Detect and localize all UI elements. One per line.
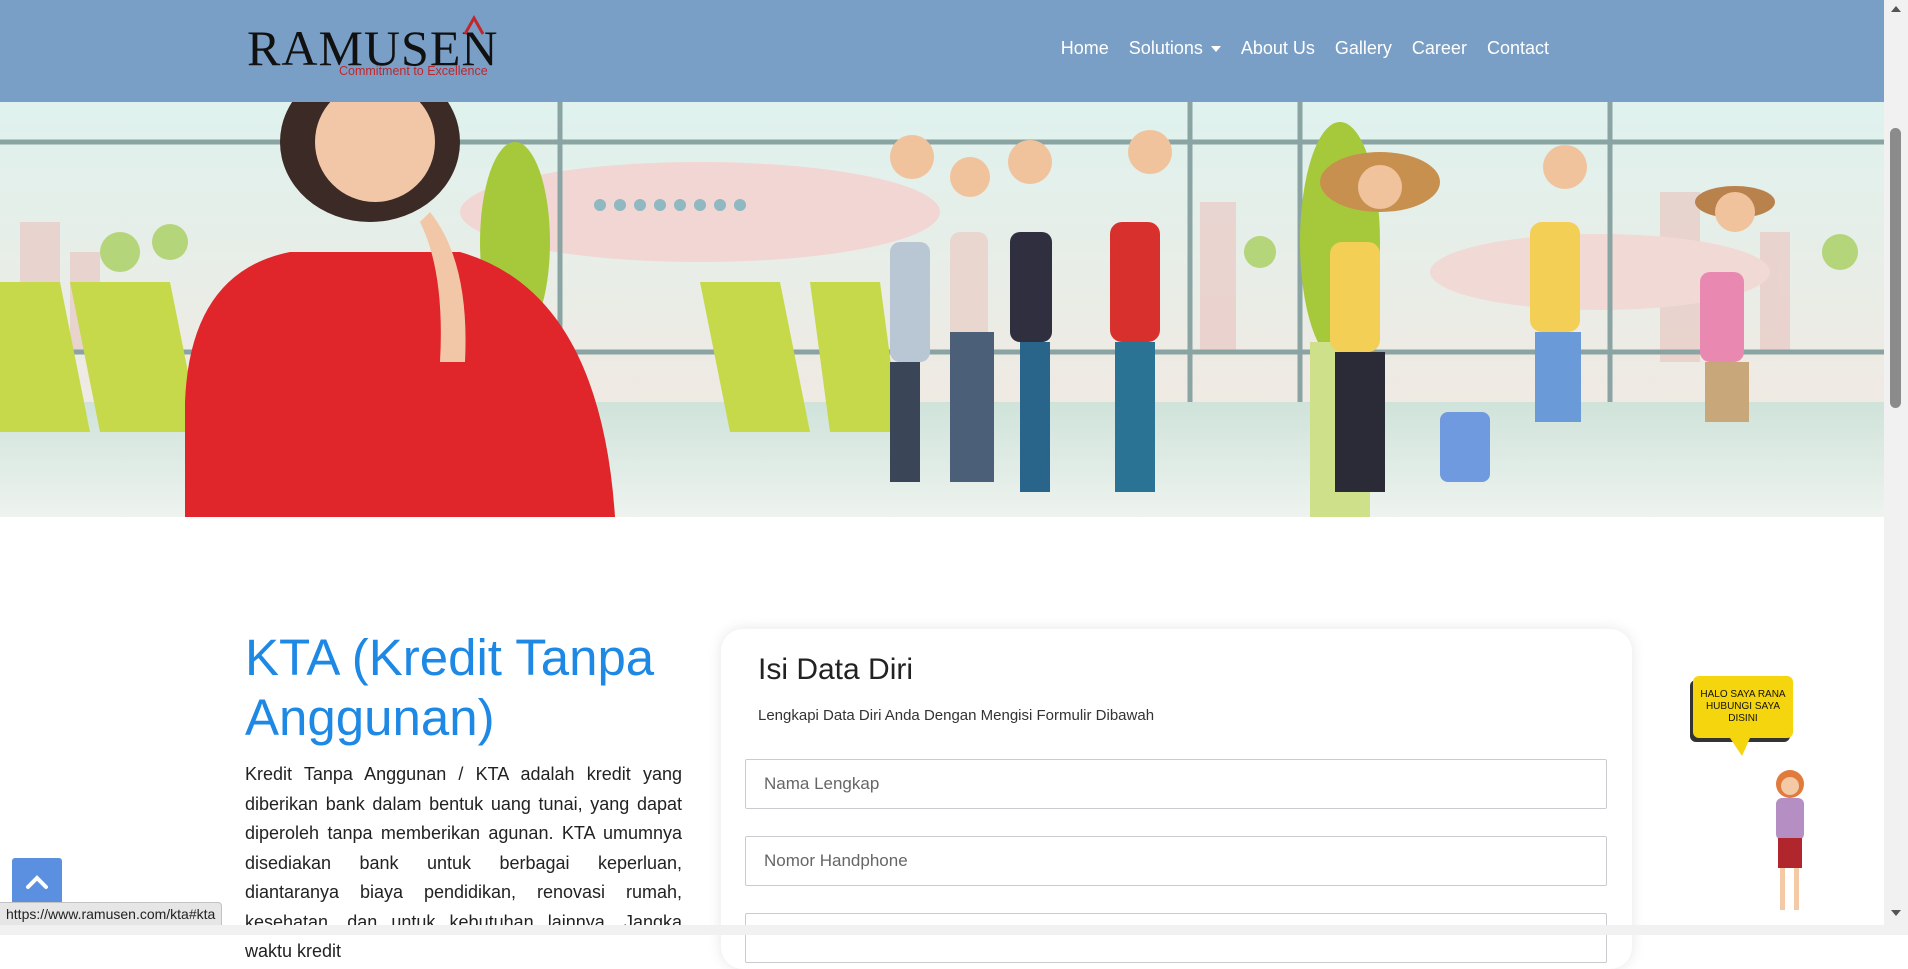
page-title: KTA (Kredit Tanpa Anggunan) bbox=[245, 629, 655, 746]
nav-about-us[interactable]: About Us bbox=[1231, 34, 1325, 62]
hero-banner bbox=[0, 102, 1884, 517]
nav-home[interactable]: Home bbox=[1051, 34, 1119, 62]
nav-career[interactable]: Career bbox=[1402, 34, 1477, 62]
logo-caret-icon bbox=[463, 14, 485, 35]
kta-description: Kredit Tanpa Anggunan / KTA adalah kredi… bbox=[245, 764, 682, 961]
chat-assistant-widget[interactable]: HALO SAYA RANA HUBUNGI SAYA DISINI bbox=[1690, 672, 1830, 917]
assistant-character-icon bbox=[1730, 738, 1804, 910]
scroll-down-arrow-icon[interactable] bbox=[1891, 910, 1901, 916]
main-nav: Home Solutions About Us Gallery Career C… bbox=[1051, 34, 1559, 62]
full-name-input[interactable] bbox=[745, 759, 1607, 809]
vertical-scrollbar[interactable] bbox=[1884, 0, 1908, 935]
personal-data-form: Isi Data Diri Lengkapi Data Diri Anda De… bbox=[721, 629, 1632, 969]
form-subtitle: Lengkapi Data Diri Anda Dengan Mengisi F… bbox=[758, 707, 1155, 724]
horizontal-scrollbar[interactable] bbox=[0, 925, 1884, 935]
scrollbar-thumb[interactable] bbox=[1890, 128, 1901, 408]
phone-number-input[interactable] bbox=[745, 836, 1607, 886]
hero-illustration bbox=[0, 102, 1884, 517]
nav-gallery[interactable]: Gallery bbox=[1325, 34, 1402, 62]
navbar: RAMUSEN Commitment to Excellence Home So… bbox=[0, 0, 1884, 102]
brand-tagline: Commitment to Excellence bbox=[339, 64, 488, 78]
chevron-up-icon bbox=[26, 875, 48, 889]
form-title: Isi Data Diri bbox=[758, 653, 914, 686]
third-form-input[interactable] bbox=[745, 913, 1607, 963]
nav-solutions[interactable]: Solutions bbox=[1119, 34, 1231, 62]
nav-solutions-label: Solutions bbox=[1128, 38, 1203, 58]
brand-logo[interactable]: RAMUSEN Commitment to Excellence bbox=[247, 14, 497, 80]
caret-down-icon bbox=[1210, 46, 1221, 53]
scroll-up-arrow-icon[interactable] bbox=[1891, 6, 1901, 12]
scroll-to-top-button[interactable] bbox=[12, 858, 62, 908]
nav-contact[interactable]: Contact bbox=[1477, 34, 1559, 62]
